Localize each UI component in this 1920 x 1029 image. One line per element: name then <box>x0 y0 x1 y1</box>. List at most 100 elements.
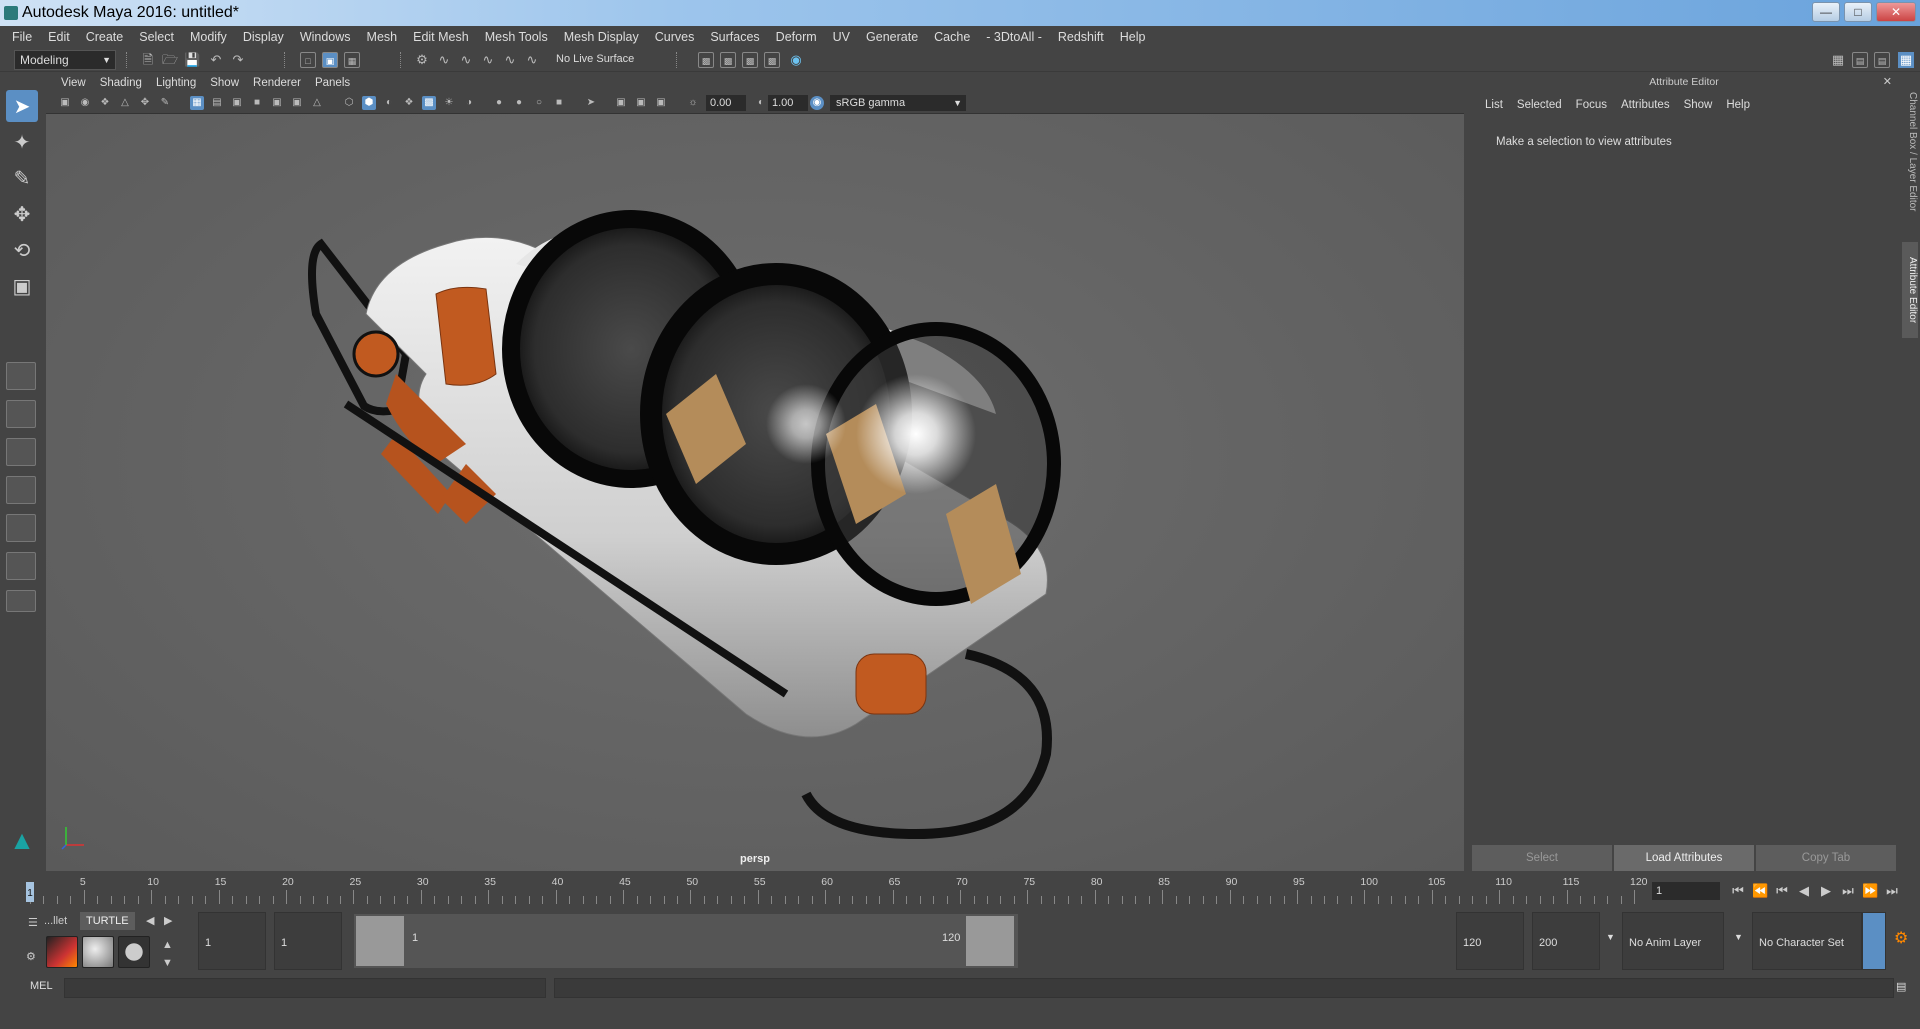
single-perspective-layout-icon[interactable] <box>6 362 36 390</box>
safe-action-icon[interactable]: ▣ <box>290 96 304 110</box>
smooth-shade-icon[interactable]: ⬢ <box>362 96 376 110</box>
color-management-icon[interactable]: ◉ <box>810 96 824 110</box>
viewport-menu-panels[interactable]: Panels <box>308 77 357 89</box>
render-view-icon[interactable]: ▩ <box>698 52 714 68</box>
shelf-scroll-down-icon[interactable]: ▼ <box>156 954 179 972</box>
command-input[interactable] <box>64 978 546 998</box>
snap-view-plane-icon[interactable]: ∿ <box>480 52 496 68</box>
resolution-gate-icon[interactable]: ▣ <box>230 96 244 110</box>
attr-menu-help[interactable]: Help <box>1719 96 1757 114</box>
step-back-key-icon[interactable]: ⏮ <box>1774 882 1790 900</box>
scale-tool-icon[interactable]: ▣ <box>6 270 38 302</box>
gamma-icon[interactable]: ◐ <box>754 96 768 110</box>
2d-pan-zoom-icon[interactable]: ✥ <box>138 96 152 110</box>
render-current-icon[interactable]: ▩ <box>720 52 736 68</box>
menu-curves[interactable]: Curves <box>647 30 703 44</box>
select-hierarchy-icon[interactable]: □ <box>300 52 316 68</box>
select-object-icon[interactable]: ▣ <box>322 52 338 68</box>
viewport-menu-shading[interactable]: Shading <box>93 77 149 89</box>
shelf-tab-turtle[interactable]: TURTLE <box>80 912 135 930</box>
range-slider-start-handle[interactable] <box>356 916 404 966</box>
camera-attributes-icon[interactable]: ◉ <box>78 96 92 110</box>
attr-menu-focus[interactable]: Focus <box>1569 96 1614 114</box>
mode-selector[interactable]: Modeling ▼ <box>14 50 116 70</box>
current-frame-field[interactable]: 1 <box>1652 882 1720 900</box>
shelf-scroll-up-icon[interactable]: ▲ <box>156 936 179 954</box>
xray-components-icon[interactable]: ▣ <box>654 96 668 110</box>
animation-preferences-icon[interactable]: ⚙ <box>1894 928 1908 948</box>
anim-layer-dropdown[interactable]: No Anim Layer <box>1622 912 1724 970</box>
gamma-field[interactable]: 1.00 <box>768 95 808 111</box>
turtle-sphere-icon[interactable] <box>82 936 114 968</box>
snap-curve-icon[interactable]: ∿ <box>436 52 452 68</box>
menu-generate[interactable]: Generate <box>858 30 926 44</box>
auto-key-icon[interactable] <box>1862 912 1886 970</box>
move-tool-icon[interactable]: ✥ <box>6 198 38 230</box>
use-default-material-icon[interactable]: ◐ <box>382 96 396 110</box>
menu-edit-mesh[interactable]: Edit Mesh <box>405 30 477 44</box>
image-plane-icon[interactable]: △ <box>118 96 132 110</box>
persp-uv-layout-icon[interactable] <box>6 552 36 580</box>
range-slider-end-handle[interactable] <box>966 916 1014 966</box>
lasso-tool-icon[interactable]: ✦ <box>6 126 38 158</box>
close-button[interactable]: ✕ <box>1876 2 1916 22</box>
custom-layout-icon[interactable] <box>6 590 36 612</box>
film-gate-icon[interactable]: ▤ <box>210 96 224 110</box>
grid-icon[interactable]: ▦ <box>190 96 204 110</box>
rotate-tool-icon[interactable]: ⟲ <box>6 234 38 266</box>
attr-menu-selected[interactable]: Selected <box>1510 96 1569 114</box>
persp-outliner-layout-icon[interactable] <box>6 438 36 466</box>
viewport-menu-show[interactable]: Show <box>203 77 246 89</box>
menu-redshift[interactable]: Redshift <box>1050 30 1112 44</box>
step-forward-key-icon[interactable]: ⏭ <box>1840 882 1856 900</box>
motion-blur-icon[interactable]: ● <box>512 96 526 110</box>
persp-graph-layout-icon[interactable] <box>6 476 36 504</box>
open-scene-icon[interactable]: 🗁 <box>162 52 178 68</box>
menu-cache[interactable]: Cache <box>926 30 978 44</box>
menu-uv[interactable]: UV <box>825 30 858 44</box>
anti-aliasing-icon[interactable]: ○ <box>532 96 546 110</box>
current-time-marker[interactable]: 1 <box>26 882 34 902</box>
viewport-menu-lighting[interactable]: Lighting <box>149 77 203 89</box>
go-to-start-icon[interactable]: ⏮ <box>1730 882 1746 900</box>
view-transform-dropdown[interactable]: sRGB gamma ▼ <box>830 95 966 111</box>
menu-3dtoall[interactable]: - 3DtoAll - <box>978 30 1050 44</box>
use-all-lights-icon[interactable]: ☀ <box>442 96 456 110</box>
paint-select-tool-icon[interactable]: ✎ <box>6 162 38 194</box>
select-component-icon[interactable]: ▦ <box>344 52 360 68</box>
load-attributes-button[interactable]: Load Attributes <box>1614 845 1754 871</box>
shelf-settings-icon[interactable]: ⚙ <box>20 948 42 966</box>
menu-display[interactable]: Display <box>235 30 292 44</box>
select-button[interactable]: Select <box>1472 845 1612 871</box>
viewport-canvas[interactable]: persp <box>46 114 1464 871</box>
undo-icon[interactable]: ↶ <box>208 52 224 68</box>
gate-mask-icon[interactable]: ■ <box>250 96 264 110</box>
attribute-editor-toggle-icon[interactable]: ▤ <box>1852 52 1868 68</box>
chevron-down-icon[interactable]: ▼ <box>1606 932 1615 942</box>
maximize-button[interactable]: □ <box>1844 2 1872 22</box>
menu-create[interactable]: Create <box>78 30 132 44</box>
screen-space-ao-icon[interactable]: ● <box>492 96 506 110</box>
end-frame-box[interactable]: 200 <box>1532 912 1600 970</box>
maya-home-icon[interactable]: ▲ <box>6 824 38 856</box>
menu-mesh-tools[interactable]: Mesh Tools <box>477 30 556 44</box>
render-settings-icon[interactable]: ▩ <box>764 52 780 68</box>
live-surface-label[interactable]: No Live Surface <box>556 53 634 65</box>
step-back-frame-icon[interactable]: ⏪ <box>1752 882 1768 900</box>
viewport-menu-view[interactable]: View <box>54 77 93 89</box>
four-view-layout-icon[interactable] <box>6 400 36 428</box>
redo-icon[interactable]: ↷ <box>230 52 246 68</box>
attr-menu-show[interactable]: Show <box>1677 96 1720 114</box>
tab-channel-box[interactable]: Channel Box / Layer Editor <box>1902 82 1918 222</box>
go-to-end-icon[interactable]: ⏭ <box>1884 882 1900 900</box>
chevron-down-icon[interactable]: ▼ <box>1734 932 1743 942</box>
menu-select[interactable]: Select <box>131 30 182 44</box>
exposure-field[interactable]: 0.00 <box>706 95 746 111</box>
minimize-button[interactable]: — <box>1812 2 1840 22</box>
play-forwards-icon[interactable]: ▶ <box>1818 882 1834 900</box>
shelf-tab-bullet[interactable]: ...llet <box>38 912 73 930</box>
menu-help[interactable]: Help <box>1112 30 1154 44</box>
playback-end-box[interactable]: 120 <box>1456 912 1524 970</box>
step-forward-frame-icon[interactable]: ⏩ <box>1862 882 1878 900</box>
new-scene-icon[interactable]: 🗎 <box>140 52 156 68</box>
